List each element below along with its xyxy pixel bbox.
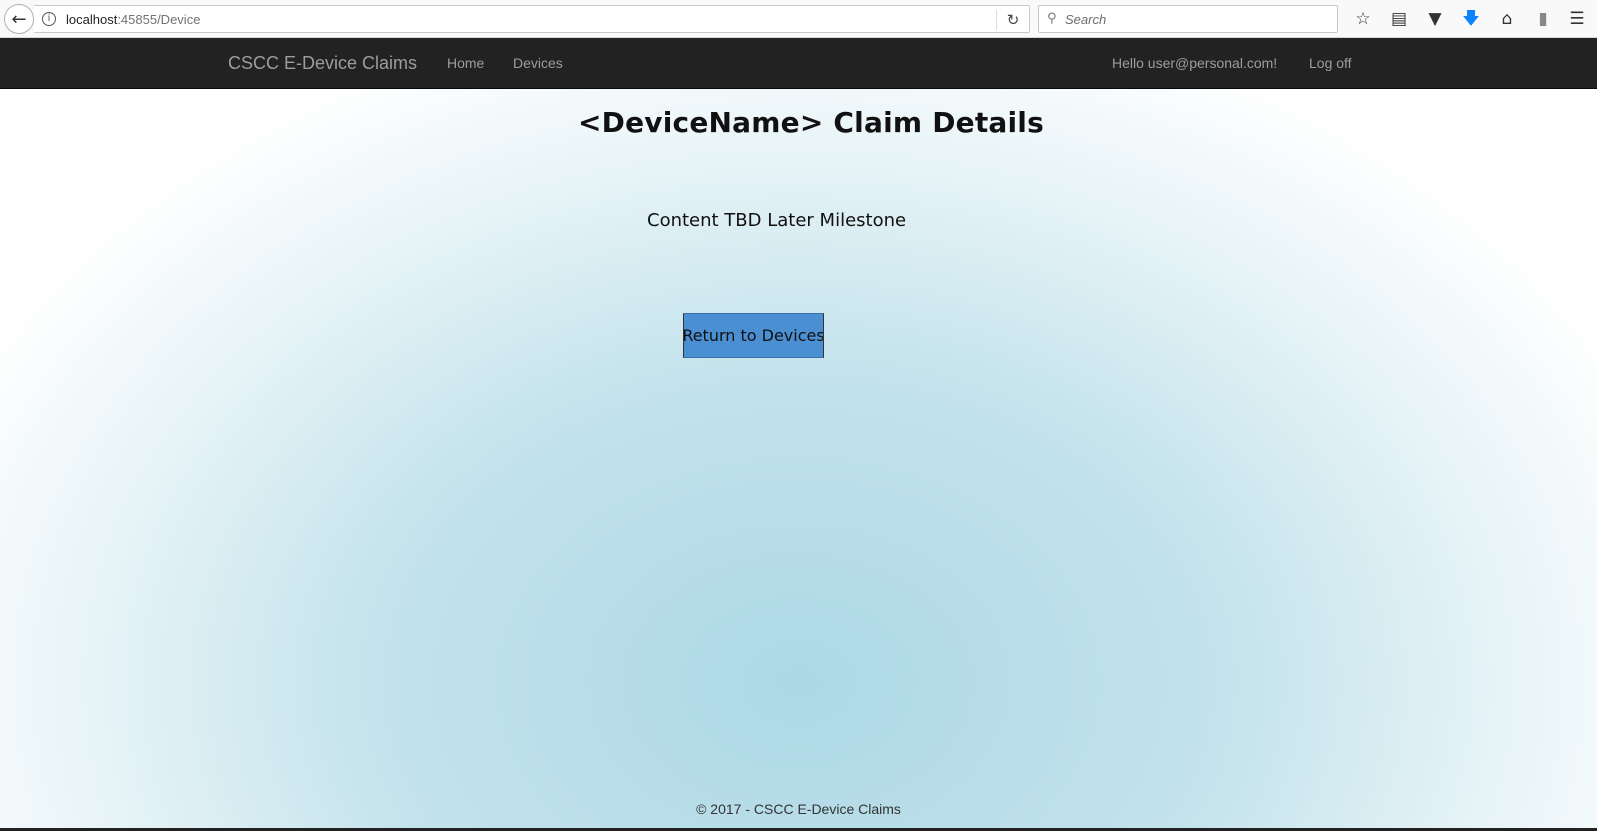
return-to-devices-button[interactable]: Return to Devices [683, 313, 824, 358]
site-navbar: CSCC E-Device Claims Home Devices Hello … [0, 38, 1597, 89]
address-bar[interactable]: i localhost:45855/Device ↻ [34, 5, 1030, 33]
extension-icon[interactable]: ▮ [1532, 8, 1554, 30]
home-icon[interactable]: ⌂ [1496, 8, 1518, 30]
page-title: <DeviceName> Claim Details [578, 106, 1044, 139]
brand-link[interactable]: CSCC E-Device Claims [228, 53, 417, 74]
url-divider [996, 10, 997, 30]
reload-icon[interactable]: ↻ [1002, 9, 1024, 31]
user-greeting-link[interactable]: Hello user@personal.com! [1112, 55, 1277, 71]
browser-toolbar: ← i localhost:45855/Device ↻ ⚲ ☆ ▤ ▼ 🡇 ⌂… [0, 0, 1597, 38]
url-text[interactable]: localhost:45855/Device [66, 12, 200, 27]
pocket-icon[interactable]: ▼ [1424, 8, 1446, 30]
back-arrow-icon[interactable]: ← [4, 4, 34, 34]
search-input[interactable] [1065, 9, 1325, 29]
main-content: <DeviceName> Claim Details Content TBD L… [0, 89, 1597, 831]
info-icon[interactable]: i [42, 12, 56, 26]
reading-list-icon[interactable]: ▤ [1388, 8, 1410, 30]
content-placeholder: Content TBD Later Milestone [647, 210, 907, 231]
nav-home-link[interactable]: Home [447, 55, 484, 71]
url-path: :45855/Device [117, 12, 201, 27]
logoff-link[interactable]: Log off [1309, 55, 1352, 71]
url-host: localhost [66, 12, 118, 27]
star-icon[interactable]: ☆ [1352, 8, 1374, 30]
download-icon[interactable]: 🡇 [1460, 8, 1482, 30]
search-icon: ⚲ [1047, 11, 1057, 26]
menu-icon[interactable]: ☰ [1566, 8, 1588, 30]
footer-copyright: © 2017 - CSCC E-Device Claims [696, 801, 901, 817]
nav-devices-link[interactable]: Devices [513, 55, 563, 71]
search-box[interactable]: ⚲ [1038, 5, 1338, 33]
